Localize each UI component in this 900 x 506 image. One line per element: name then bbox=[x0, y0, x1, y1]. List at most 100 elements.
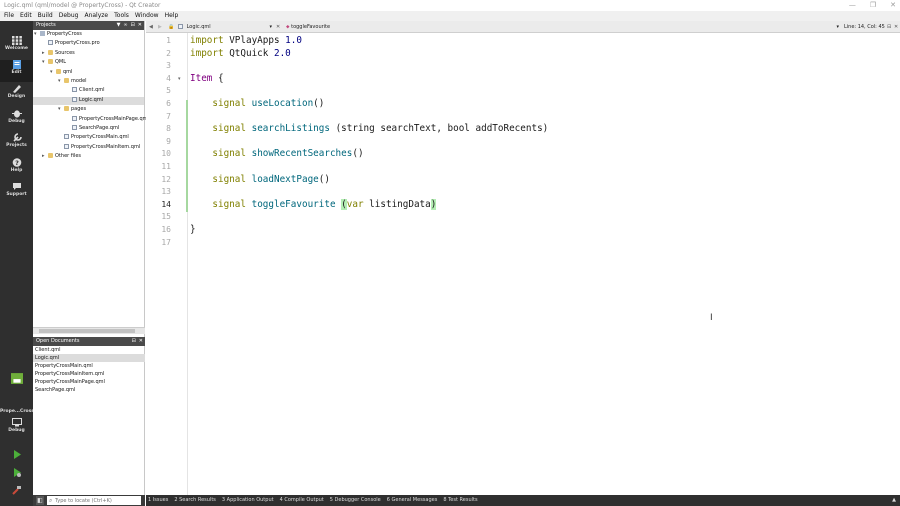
tree-item[interactable]: ▸ Sources bbox=[33, 49, 144, 58]
nav-forward-icon[interactable]: ▶ bbox=[158, 21, 162, 33]
split-editor-icon[interactable]: ⊟ bbox=[887, 21, 891, 33]
mode-support[interactable]: Support bbox=[0, 182, 33, 204]
menu-build[interactable]: Build bbox=[38, 11, 53, 21]
window-title: Logic.qml (qml/model @ PropertyCross) - … bbox=[4, 2, 161, 9]
open-document-item[interactable]: PropertyCrossMainPage.qml bbox=[33, 378, 145, 386]
open-document-item[interactable]: Logic.qml bbox=[33, 354, 145, 362]
file-icon bbox=[48, 40, 53, 46]
run-button[interactable] bbox=[0, 450, 33, 464]
mode-edit[interactable]: Edit bbox=[0, 60, 33, 82]
tree-item[interactable]: ▾ PropertyCross bbox=[33, 31, 144, 39]
run-icon bbox=[13, 450, 21, 459]
tree-item[interactable]: SearchPage.qml bbox=[33, 125, 144, 133]
split-icon[interactable]: ⊟ bbox=[131, 21, 135, 30]
output-pane-button[interactable]: 6 General Messages bbox=[387, 495, 438, 506]
maximize-button[interactable]: ❐ bbox=[870, 0, 876, 11]
line-number-gutter[interactable]: 1 2 3 4 ▾ 5 6 7 8 9 10 11 12 13 14 15 16 17 bbox=[146, 33, 188, 495]
close-pane-icon[interactable]: ✕ bbox=[139, 337, 143, 346]
tree-item-label: PropertyCross bbox=[47, 31, 82, 37]
link-icon[interactable]: ∞ bbox=[123, 21, 127, 30]
code-line[interactable]: import VPlayApps 1.0 bbox=[190, 35, 302, 48]
output-pane-button[interactable]: 2 Search Results bbox=[174, 495, 216, 506]
nav-back-icon[interactable]: ◀ bbox=[149, 21, 153, 33]
menu-tools[interactable]: Tools bbox=[114, 11, 129, 21]
menu-window[interactable]: Window bbox=[135, 11, 159, 21]
locator-input[interactable] bbox=[47, 496, 141, 505]
mode-debug[interactable]: Debug bbox=[0, 109, 33, 131]
close-button[interactable]: ✕ bbox=[890, 0, 896, 11]
code-line[interactable]: } bbox=[190, 224, 196, 237]
close-document-icon[interactable]: ✕ bbox=[276, 21, 280, 33]
output-pane-button[interactable]: 8 Test Results bbox=[443, 495, 477, 506]
mode-design[interactable]: Design bbox=[0, 84, 33, 106]
support-icon bbox=[12, 183, 21, 190]
toggle-sidebar-icon[interactable]: ◧ bbox=[36, 496, 44, 505]
kit-name[interactable]: Prope...Cross bbox=[0, 409, 34, 417]
output-pane-button[interactable]: 5 Debugger Console bbox=[330, 495, 381, 506]
menu-file[interactable]: File bbox=[4, 11, 14, 21]
folder-icon bbox=[56, 68, 61, 74]
menu-edit[interactable]: Edit bbox=[20, 11, 32, 21]
tree-item[interactable]: ▾ model bbox=[33, 78, 144, 86]
svg-text:?: ? bbox=[15, 159, 19, 167]
mode-help[interactable]: ? Help bbox=[0, 158, 33, 180]
open-document-item[interactable]: PropertyCrossMain.qml bbox=[33, 362, 145, 370]
tree-horizontal-scrollbar[interactable] bbox=[33, 327, 145, 334]
line-number: 15 bbox=[161, 212, 171, 222]
symbol-selector[interactable]: ⬥ toggleFavourite ▾ bbox=[286, 22, 841, 32]
fold-arrow-icon[interactable]: ▾ bbox=[178, 76, 181, 82]
tree-item[interactable]: PropertyCrossMain.qml bbox=[33, 134, 144, 142]
menu-analyze[interactable]: Analyze bbox=[84, 11, 108, 21]
code-line[interactable]: signal loadNextPage() bbox=[190, 174, 330, 187]
split-icon[interactable]: ⊟ bbox=[132, 337, 136, 346]
code-line[interactable]: import QtQuick 2.0 bbox=[190, 48, 291, 61]
cursor-position[interactable]: Line: 14, Col: 45 bbox=[844, 21, 885, 33]
tree-item[interactable]: PropertyCross.pro bbox=[33, 40, 144, 48]
mode-welcome[interactable]: Welcome bbox=[0, 36, 33, 58]
mode-label: Support bbox=[6, 192, 27, 197]
output-pane-button[interactable]: 4 Compile Output bbox=[280, 495, 324, 506]
tree-item[interactable]: ▾ qml bbox=[33, 68, 144, 77]
file-icon bbox=[64, 134, 69, 140]
code-line[interactable]: signal showRecentSearches() bbox=[190, 148, 363, 161]
chevron-down-icon: ▾ bbox=[269, 24, 272, 30]
menu-debug[interactable]: Debug bbox=[59, 11, 79, 21]
tree-item[interactable]: PropertyCrossMainPage.qml bbox=[33, 115, 149, 124]
code-line[interactable]: signal toggleFavourite (var listingData) bbox=[190, 198, 437, 212]
line-number: 9 bbox=[166, 136, 171, 146]
toggle-output-icon[interactable]: ▲ bbox=[892, 495, 896, 506]
folder-icon bbox=[48, 153, 53, 159]
minimize-button[interactable]: — bbox=[849, 0, 856, 11]
tree-item[interactable]: Client.qml bbox=[33, 87, 144, 95]
tree-item[interactable]: ▾ QML bbox=[33, 59, 144, 67]
open-document-item[interactable]: PropertyCrossMainItem.qml bbox=[33, 370, 145, 378]
close-editor-icon[interactable]: ✕ bbox=[894, 21, 898, 33]
welcome-icon bbox=[11, 36, 22, 45]
scrollbar-thumb[interactable] bbox=[39, 329, 135, 333]
tree-item[interactable]: ▸ Other files bbox=[33, 153, 144, 161]
tree-item[interactable]: ▾ pages bbox=[33, 106, 144, 114]
close-pane-icon[interactable]: ✕ bbox=[138, 21, 142, 30]
code-line[interactable]: Item { bbox=[190, 73, 224, 86]
output-pane-button[interactable]: 1 Issues bbox=[148, 495, 168, 506]
open-document-item[interactable]: SearchPage.qml bbox=[33, 386, 145, 394]
document-selector[interactable]: Logic.qml ▾ bbox=[178, 22, 274, 32]
run-config-selector[interactable]: Debug bbox=[0, 418, 33, 440]
menu-help[interactable]: Help bbox=[165, 11, 179, 21]
folder-icon bbox=[48, 59, 53, 65]
build-button[interactable] bbox=[0, 486, 33, 500]
kit-selector-icon-wrap[interactable] bbox=[0, 373, 33, 389]
hammer-icon bbox=[11, 486, 21, 495]
code-editor[interactable]: import VPlayApps 1.0 import QtQuick 2.0 It… bbox=[190, 33, 900, 495]
mode-label: Projects bbox=[6, 143, 27, 148]
mode-projects[interactable]: Projects bbox=[0, 133, 33, 155]
code-line[interactable]: signal useLocation() bbox=[190, 98, 324, 111]
filter-icon[interactable]: ▼ bbox=[117, 21, 121, 30]
debug-run-button[interactable] bbox=[0, 468, 33, 482]
tree-item[interactable]: Logic.qml bbox=[33, 96, 144, 105]
code-line[interactable]: signal searchListings (string searchText… bbox=[190, 123, 548, 136]
tree-item[interactable]: PropertyCrossMainItem.qml bbox=[33, 143, 144, 152]
open-document-item[interactable]: Client.qml bbox=[33, 346, 145, 354]
output-pane-button[interactable]: 3 Application Output bbox=[222, 495, 274, 506]
design-icon bbox=[12, 85, 21, 93]
